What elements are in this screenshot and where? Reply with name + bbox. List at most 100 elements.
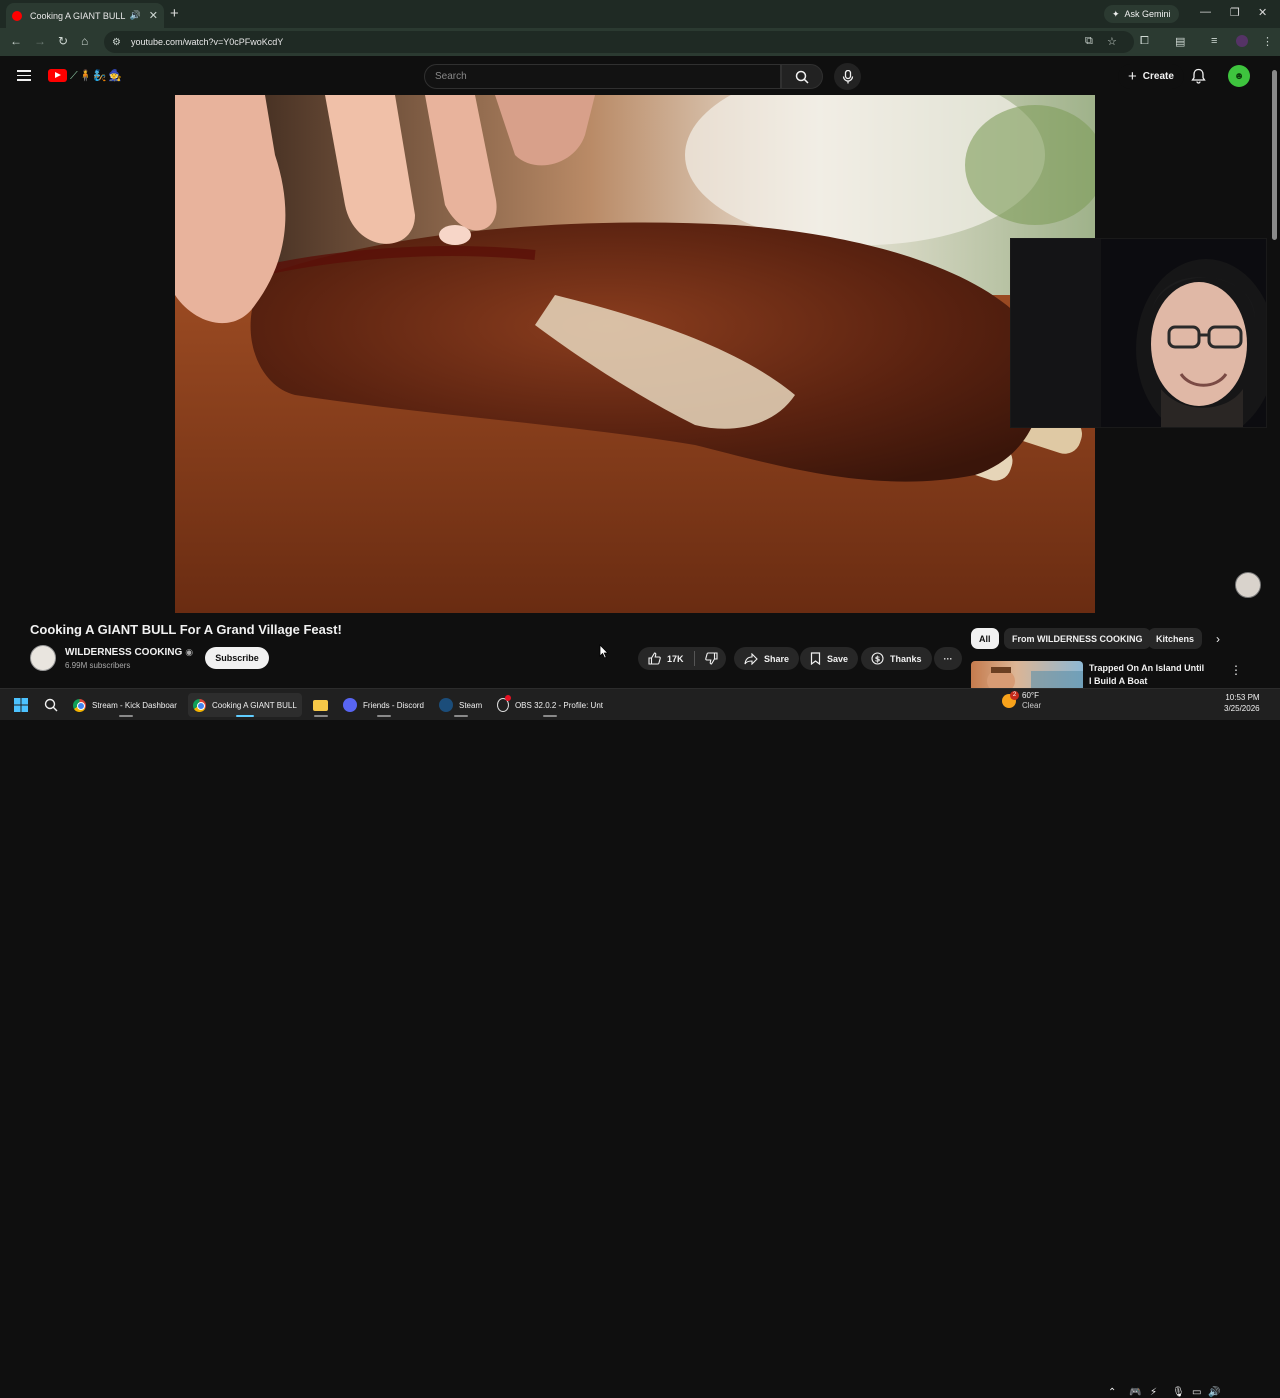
browser-tab-bar: Cooking A GIANT BULL For 🔊 ✕ + ✦ Ask Gem…	[0, 0, 1280, 28]
taskbar-item-steam[interactable]: Steam	[434, 693, 488, 717]
browser-menu-icon[interactable]: ⋮	[1262, 35, 1273, 48]
address-bar[interactable]: ⚙ youtube.com/watch?v=Y0cPFwoKcdY	[104, 31, 1134, 53]
create-button[interactable]: + Create	[1118, 64, 1184, 89]
weather-text: 60°F Clear	[1022, 691, 1041, 711]
chip-kitchens[interactable]: Kitchens	[1148, 628, 1203, 649]
like-button[interactable]: 17K	[648, 652, 684, 665]
running-indicator	[454, 715, 468, 717]
browser-toolbar: ← → ↻ ⌂ ⚙ youtube.com/watch?v=Y0cPFwoKcd…	[0, 28, 1280, 56]
taskbar-item-kick-dashboard[interactable]: Stream - Kick Dashboar	[68, 693, 184, 717]
windows-start-icon[interactable]	[14, 698, 28, 712]
scrollbar-thumb[interactable]	[1272, 70, 1277, 240]
video-player[interactable]	[175, 95, 1095, 613]
browser-tab-active[interactable]: Cooking A GIANT BULL For 🔊 ✕	[6, 3, 164, 28]
alien-avatar-icon[interactable]: ☻	[1228, 65, 1250, 87]
steam-icon	[439, 698, 453, 712]
channel-name-text: WILDERNESS COOKING	[65, 647, 183, 658]
weather-widget[interactable]: 2 60°F Clear	[1002, 691, 1041, 711]
new-tab-button[interactable]: +	[170, 5, 179, 22]
search-button[interactable]	[781, 64, 823, 89]
share-button[interactable]: Share	[734, 647, 800, 670]
share-arrow-icon	[744, 652, 758, 665]
recommended-more-icon[interactable]: ⋮	[1230, 663, 1242, 677]
hamburger-menu-icon[interactable]	[17, 70, 31, 81]
display-icon[interactable]: ▭	[1192, 1387, 1201, 1398]
close-tab-icon[interactable]: ✕	[149, 9, 158, 22]
profile-icon[interactable]	[1236, 35, 1248, 47]
running-indicator	[377, 715, 391, 717]
forward-arrow-icon[interactable]: →	[34, 34, 46, 48]
more-horizontal-icon: ···	[943, 653, 953, 664]
chip-all[interactable]: All	[971, 628, 999, 649]
thanks-dollar-heart-icon: $	[871, 652, 884, 665]
taskbar-item-obs[interactable]: OBS 32.0.2 - Profile: Unt	[492, 693, 608, 717]
thanks-button[interactable]: $ Thanks	[861, 647, 932, 670]
taskbar-item-discord[interactable]: Friends - Discord	[338, 693, 430, 717]
running-indicator	[543, 715, 557, 717]
youtube-logo-icon[interactable]	[48, 69, 67, 82]
youtube-header: ⟋🧍🧞🧙 Search + Create ☻	[0, 56, 1280, 96]
youtube-doodle[interactable]: ⟋🧍🧞🧙	[70, 69, 123, 83]
channel-avatar[interactable]	[30, 645, 56, 671]
windows-search-icon[interactable]	[44, 698, 58, 712]
taskbar-item-label: OBS 32.0.2 - Profile: Unt	[514, 700, 603, 710]
media-control-icon[interactable]: ▤	[1175, 35, 1185, 48]
volume-icon[interactable]: 🔊	[1208, 1387, 1220, 1398]
chrome-icon	[73, 698, 86, 712]
obs-icon	[497, 695, 511, 712]
back-arrow-icon[interactable]: ←	[10, 34, 22, 48]
taskbar-item-file-explorer[interactable]	[308, 693, 334, 717]
extensions-icon[interactable]: ⧠	[1140, 35, 1149, 48]
chrome-icon	[193, 698, 206, 712]
bookmark-icon	[810, 652, 821, 665]
show-hidden-icons-chevron-icon[interactable]: ⌃	[1108, 1387, 1116, 1398]
thumbnail-image	[987, 667, 1083, 689]
ask-gemini-button[interactable]: ✦ Ask Gemini	[1104, 5, 1179, 23]
video-frame-ribs	[175, 95, 1095, 613]
running-indicator	[314, 715, 328, 717]
chip-from-channel[interactable]: From WILDERNESS COOKING	[1004, 628, 1151, 649]
system-clock[interactable]: 10:53 PM 3/25/2026	[1224, 692, 1260, 714]
subscribe-button[interactable]: Subscribe	[205, 647, 269, 669]
save-button[interactable]: Save	[800, 647, 859, 670]
youtube-favicon-icon	[12, 10, 22, 21]
search-input[interactable]: Search	[424, 64, 781, 89]
restore-window-icon[interactable]: ❐	[1230, 6, 1240, 19]
ask-gemini-label: Ask Gemini	[1124, 9, 1171, 19]
reload-icon[interactable]: ↻	[58, 34, 68, 48]
streamer-face	[1011, 239, 1266, 427]
mouse-cursor-icon	[599, 644, 609, 659]
channel-name[interactable]: WILDERNESS COOKING ◉	[65, 647, 193, 658]
site-info-icon[interactable]: ⚙	[112, 37, 121, 48]
bookmark-star-icon[interactable]: ☆	[1107, 35, 1117, 48]
tab-search-icon[interactable]: ≡	[1211, 35, 1217, 47]
recommended-thumbnail[interactable]	[971, 661, 1083, 689]
minimize-window-icon[interactable]: —	[1200, 6, 1211, 18]
game-controller-icon[interactable]: 🎮	[1129, 1387, 1141, 1398]
like-dislike-group: 17K	[638, 647, 726, 670]
more-actions-button[interactable]: ···	[934, 647, 962, 670]
weather-badge: 2	[1010, 691, 1019, 700]
notifications-bell-icon[interactable]	[1191, 68, 1206, 84]
create-label: Create	[1142, 71, 1174, 82]
like-divider	[693, 651, 695, 666]
taskbar-item-label: Steam	[459, 700, 483, 710]
thumbs-down-icon[interactable]	[704, 652, 718, 665]
voice-search-button[interactable]	[834, 63, 861, 90]
install-app-icon[interactable]: ⧉	[1085, 35, 1093, 48]
share-label: Share	[764, 653, 790, 664]
recommended-title[interactable]: Trapped On An Island Until I Build A Boa…	[1089, 662, 1209, 688]
close-window-icon[interactable]: ✕	[1258, 6, 1267, 19]
network-off-icon[interactable]: ⚡	[1150, 1387, 1157, 1398]
windows-taskbar: Stream - Kick Dashboar Cooking A GIANT B…	[0, 688, 1280, 1398]
home-icon[interactable]: ⌂	[81, 34, 88, 48]
channel-watermark-icon[interactable]	[1235, 572, 1261, 598]
microphone-tray-icon[interactable]: 🎙	[1172, 1387, 1185, 1398]
chevron-right-icon[interactable]: ›	[1216, 632, 1220, 646]
taskbar-item-youtube[interactable]: Cooking A GIANT BULL	[188, 693, 302, 717]
search-icon	[795, 70, 809, 84]
thumbs-up-icon	[648, 652, 661, 665]
taskbar-item-label: Cooking A GIANT BULL	[212, 700, 297, 710]
save-label: Save	[827, 653, 849, 664]
audio-playing-icon[interactable]: 🔊	[130, 10, 141, 21]
